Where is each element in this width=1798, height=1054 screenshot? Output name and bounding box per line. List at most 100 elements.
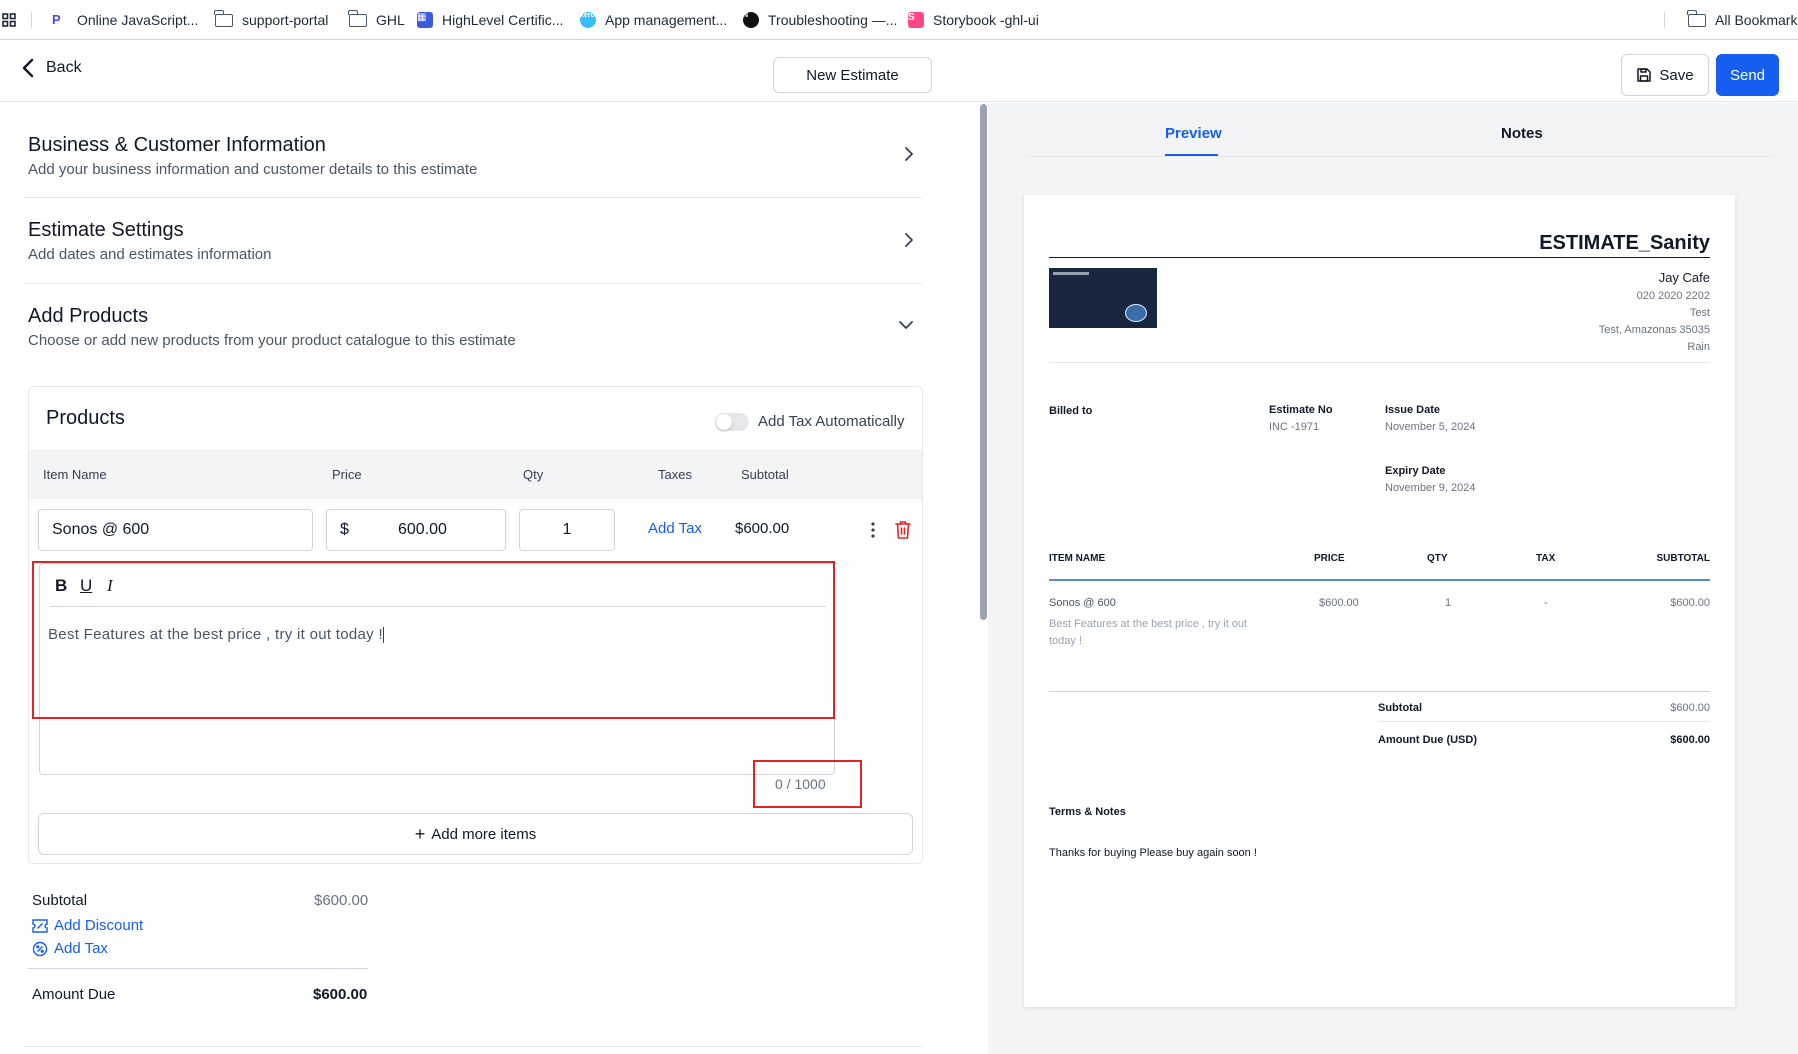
amount-due-label: Amount Due xyxy=(32,986,116,1003)
preview-item-subtotal: $600.00 xyxy=(1670,597,1710,609)
column-item-name: Item Name xyxy=(43,467,107,482)
folder-icon xyxy=(214,9,233,27)
header-divider xyxy=(1049,362,1710,363)
chevron-down-icon xyxy=(899,321,913,329)
add-tax-automatically-label: Add Tax Automatically xyxy=(758,413,905,430)
bookmark-highlevel[interactable]: ▦ HighLevel Certific... xyxy=(417,0,563,40)
save-button[interactable]: Save xyxy=(1621,54,1709,96)
business-address-line3: Rain xyxy=(1687,341,1710,353)
item-name-input[interactable]: Sonos @ 600 xyxy=(38,509,313,551)
preview-item-qty: 1 xyxy=(1445,597,1452,609)
apps-grid-icon[interactable] xyxy=(2,0,16,40)
storybook-favicon-icon: S xyxy=(908,12,924,28)
currency-symbol: $ xyxy=(340,521,349,538)
form-scrollbar[interactable] xyxy=(980,104,987,620)
price-input[interactable]: $ 600.00 xyxy=(326,509,506,551)
terms-notes-label: Terms & Notes xyxy=(1049,806,1126,818)
p-favicon-icon: P xyxy=(52,12,68,28)
qty-input[interactable]: 1 xyxy=(519,509,615,551)
all-bookmarks[interactable]: All Bookmarks xyxy=(1687,0,1798,40)
section-subtitle: Choose or add new products from your pro… xyxy=(28,332,516,349)
estimate-title: ESTIMATE_Sanity xyxy=(1539,232,1710,254)
preview-column-price: PRICE xyxy=(1314,553,1345,564)
bookmark-label: HighLevel Certific... xyxy=(442,12,564,28)
bookmark-storybook[interactable]: S Storybook -ghl-ui xyxy=(908,0,1039,40)
issue-date-value: November 5, 2024 xyxy=(1385,421,1476,433)
products-title: Products xyxy=(46,407,125,429)
preview-subtotal-label: Subtotal xyxy=(1378,702,1422,714)
bookmark-app-management[interactable]: xero App management... xyxy=(580,0,727,40)
section-subtitle: Add dates and estimates information xyxy=(28,246,272,263)
estimate-no-label: Estimate No xyxy=(1269,404,1333,416)
bookmark-label: App management... xyxy=(605,12,728,28)
delete-icon[interactable] xyxy=(894,520,912,540)
amount-due-value: $600.00 xyxy=(313,986,368,1003)
counter-highlight-box xyxy=(753,760,862,808)
business-name: Jay Cafe xyxy=(1658,270,1710,285)
add-discount-link[interactable]: Add Discount xyxy=(32,917,143,934)
add-more-items-button[interactable]: + Add more items xyxy=(38,813,913,855)
estimate-no-value: INC -1971 xyxy=(1269,421,1320,433)
bookmark-label: Online JavaScript... xyxy=(77,12,199,28)
all-bookmarks-label: All Bookmarks xyxy=(1715,12,1798,28)
section-title: Business & Customer Information xyxy=(28,134,326,156)
column-subtotal: Subtotal xyxy=(741,467,789,482)
add-tax-automatically-toggle[interactable] xyxy=(715,413,749,431)
bookmark-troubleshooting[interactable]: N Troubleshooting —... xyxy=(743,0,897,40)
bookmark-online-javascript[interactable]: P Online JavaScript... xyxy=(52,0,198,40)
save-label: Save xyxy=(1659,66,1694,84)
preview-tabs: Preview Notes xyxy=(1026,103,1774,157)
row-subtotal: $600.00 xyxy=(735,520,790,537)
bookmark-label: Storybook -ghl-ui xyxy=(933,12,1039,28)
billed-to-label: Billed to xyxy=(1049,405,1093,417)
estimate-name-button[interactable]: New Estimate xyxy=(773,57,932,93)
subtotal-label: Subtotal xyxy=(32,892,88,909)
business-phone: 020 2020 2202 xyxy=(1636,290,1710,302)
totals-divider xyxy=(28,968,368,969)
title-divider xyxy=(1049,257,1710,258)
business-customer-section[interactable]: Business & Customer Information Add your… xyxy=(24,118,922,198)
column-price: Price xyxy=(332,467,362,482)
products-table-header: Item Name Price Qty Taxes Subtotal xyxy=(29,450,922,499)
section-subtitle: Add your business information and custom… xyxy=(28,161,478,178)
add-products-section[interactable]: Add Products Choose or add new products … xyxy=(24,284,922,370)
folder-icon xyxy=(348,9,367,27)
notion-favicon-icon: N xyxy=(743,12,759,28)
column-taxes: Taxes xyxy=(658,467,692,482)
add-tax-label: Add Tax xyxy=(54,940,108,957)
tax-percent-icon xyxy=(32,941,48,956)
preview-amount-due-value: $600.00 xyxy=(1670,734,1710,746)
estimate-settings-section[interactable]: Estimate Settings Add dates and estimate… xyxy=(24,198,922,284)
tab-notes[interactable]: Notes xyxy=(1501,125,1543,142)
tab-preview[interactable]: Preview xyxy=(1165,125,1222,142)
price-value: 600.00 xyxy=(398,521,447,538)
bookmarks-bar: P Online JavaScript... support-portal GH… xyxy=(0,0,1798,40)
row-add-tax-link[interactable]: Add Tax xyxy=(648,520,702,537)
more-options-icon[interactable] xyxy=(870,521,876,539)
section-title: Estimate Settings xyxy=(28,219,184,241)
chevron-right-icon xyxy=(905,233,913,247)
bookmark-label: Troubleshooting —... xyxy=(768,12,898,28)
send-label: Send xyxy=(1729,66,1766,84)
xero-favicon-icon: xero xyxy=(580,12,596,28)
terms-notes-text: Thanks for buying Please buy again soon … xyxy=(1049,847,1257,859)
bookmark-support-portal[interactable]: support-portal xyxy=(214,0,329,40)
business-address-line1: Test xyxy=(1689,307,1710,319)
preview-item-description-cont: today ! xyxy=(1049,635,1083,647)
estimate-preview-document: ESTIMATE_Sanity Jay Cafe 020 2020 2202 T… xyxy=(1024,195,1735,1007)
issue-date-label: Issue Date xyxy=(1385,404,1441,416)
chevron-left-icon xyxy=(22,58,34,78)
editor-header: Back New Estimate Save Send xyxy=(0,40,1798,102)
preview-item-price: $600.00 xyxy=(1319,597,1359,609)
bookmark-ghl[interactable]: GHL xyxy=(348,0,405,40)
highlevel-favicon-icon: ▦ xyxy=(417,12,433,28)
bookmark-label: support-portal xyxy=(242,12,329,28)
expiry-date-value: November 9, 2024 xyxy=(1385,482,1476,494)
back-button[interactable]: Back xyxy=(22,58,82,78)
add-tax-link[interactable]: Add Tax xyxy=(32,940,108,957)
bookmarks-separator xyxy=(1664,12,1665,28)
plus-icon: + xyxy=(414,823,426,844)
preview-subtotal-value: $600.00 xyxy=(1670,702,1710,714)
section-title: Add Products xyxy=(28,305,149,327)
send-button[interactable]: Send xyxy=(1716,54,1779,96)
